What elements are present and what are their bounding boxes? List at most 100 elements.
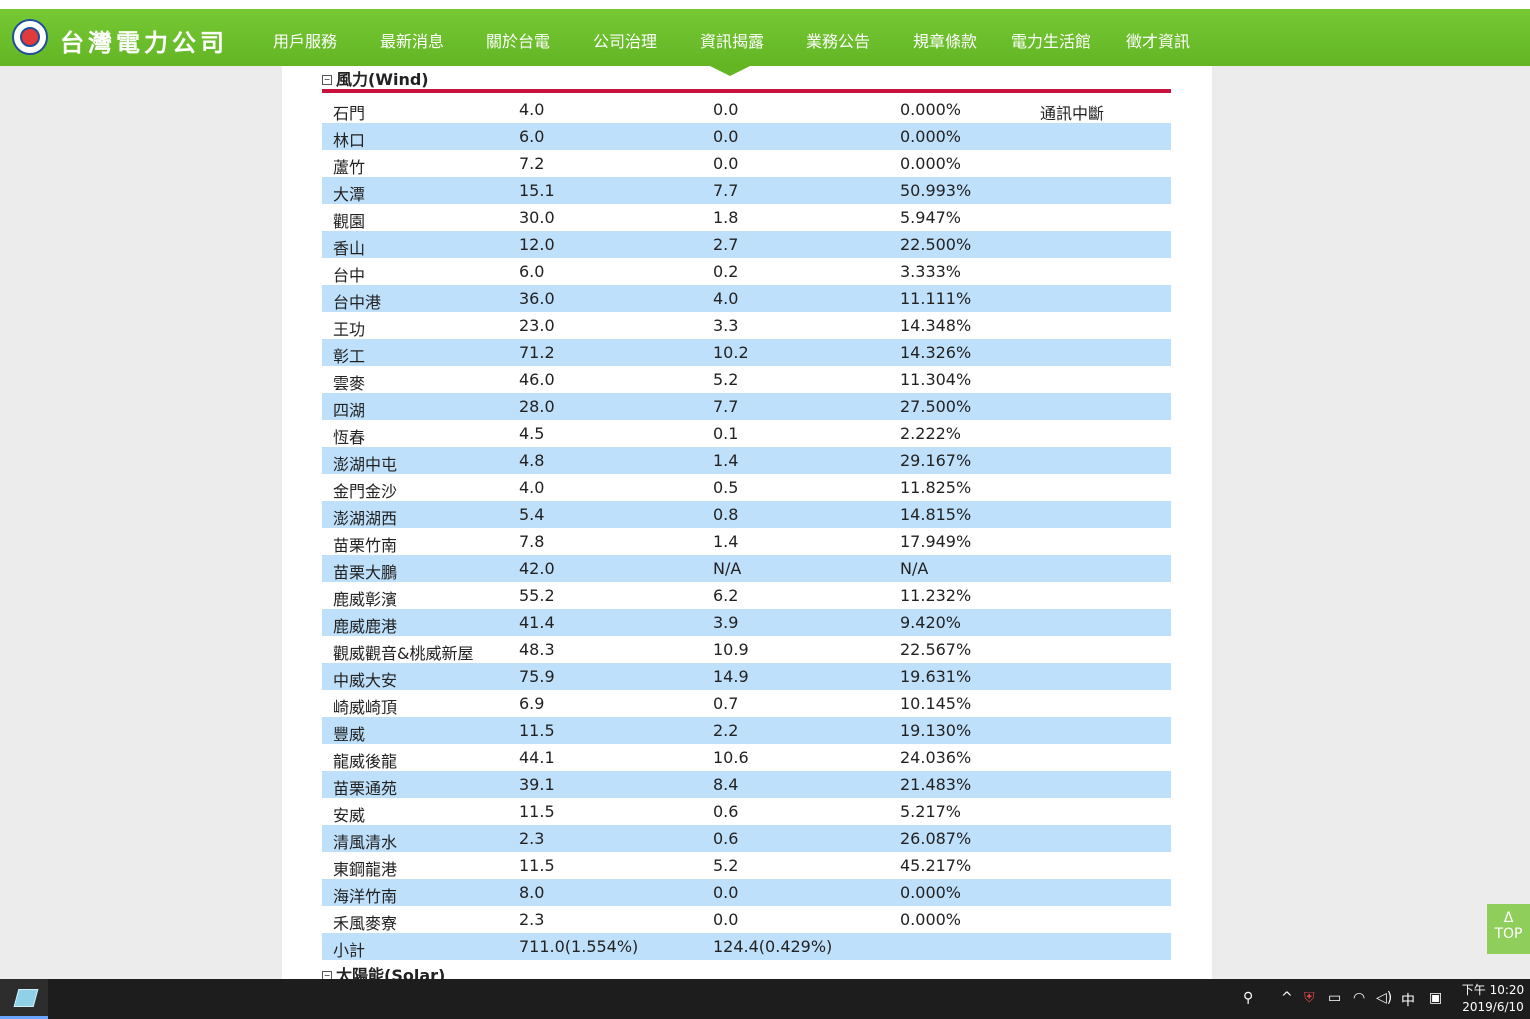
collapse-icon[interactable]: − (322, 75, 332, 85)
net-generation-cell: 0.7 (713, 694, 739, 713)
net-generation-cell: 0.0 (713, 883, 739, 902)
table-row: 海洋竹南 8.0 0.0 0.000% (322, 879, 1171, 906)
net-generation-cell: 10.2 (713, 343, 749, 362)
nav-item-about[interactable]: 關於台電 (486, 28, 550, 52)
installed-capacity-cell: 4.0 (519, 100, 545, 119)
capacity-factor-cell: 10.145% (900, 694, 972, 713)
station-name-cell: 安威 (333, 806, 366, 825)
nav-item-power-life[interactable]: 電力生活館 (1011, 28, 1091, 52)
net-generation-cell: 0.5 (713, 478, 739, 497)
capacity-factor-cell: 19.631% (900, 667, 972, 686)
installed-capacity-cell: 30.0 (519, 208, 555, 227)
capacity-factor-cell: 5.947% (900, 208, 962, 227)
nav-item-news[interactable]: 最新消息 (380, 28, 444, 52)
installed-capacity-cell: 75.9 (519, 667, 555, 686)
remark-cell: 通訊中斷 (1040, 104, 1105, 123)
installed-capacity-cell: 5.4 (519, 505, 545, 524)
net-generation-cell: 0.0 (713, 154, 739, 173)
capacity-factor-cell: 50.993% (900, 181, 972, 200)
volume-icon[interactable]: ◁) (1376, 990, 1392, 1006)
capacity-factor-cell: 22.500% (900, 235, 972, 254)
taipower-logo-icon[interactable] (12, 19, 48, 55)
net-generation-cell: 5.2 (713, 856, 739, 875)
net-generation-cell: 0.6 (713, 802, 739, 821)
installed-capacity-cell: 15.1 (519, 181, 555, 200)
installed-capacity-cell: 4.0 (519, 478, 545, 497)
station-name-cell: 小計 (333, 941, 366, 960)
table-row: 金門金沙 4.0 0.5 11.825% (322, 474, 1171, 501)
table-row: 恆春 4.5 0.1 2.222% (322, 420, 1171, 447)
station-name-cell: 蘆竹 (333, 158, 366, 177)
table-row: 小計 711.0(1.554%) 124.4(0.429%) (322, 933, 1171, 960)
net-generation-cell: 0.6 (713, 829, 739, 848)
wifi-icon[interactable]: ◠ (1353, 990, 1365, 1006)
collapse-icon[interactable]: − (322, 971, 332, 979)
ime-icon[interactable]: 中 (1401, 990, 1415, 1010)
station-name-cell: 香山 (333, 239, 366, 258)
up-arrow-icon: Δ (1503, 910, 1514, 926)
installed-capacity-cell: 2.3 (519, 910, 545, 929)
net-generation-cell: 7.7 (713, 397, 739, 416)
table-row: 清風清水 2.3 0.6 26.087% (322, 825, 1171, 852)
table-row: 豐威 11.5 2.2 19.130% (322, 717, 1171, 744)
station-name-cell: 海洋竹南 (333, 887, 398, 906)
capacity-factor-cell: 14.815% (900, 505, 972, 524)
table-row: 王功 23.0 3.3 14.348% (322, 312, 1171, 339)
chevron-up-icon[interactable]: ^ (1281, 990, 1293, 1006)
back-to-top-button[interactable]: Δ TOP (1487, 904, 1530, 954)
nav-item-announcements[interactable]: 業務公告 (806, 28, 870, 52)
nav-item-disclosure[interactable]: 資訊揭露 (700, 28, 764, 52)
capacity-factor-cell: 14.326% (900, 343, 972, 362)
clock-date: 2019/6/10 (1462, 1000, 1524, 1014)
taskbar-clock[interactable]: 下午 10:20 2019/6/10 (1458, 982, 1528, 1016)
installed-capacity-cell: 55.2 (519, 586, 555, 605)
installed-capacity-cell: 11.5 (519, 721, 555, 740)
station-name-cell: 台中港 (333, 293, 382, 312)
station-name-cell: 四湖 (333, 401, 366, 420)
nav-item-recruitment[interactable]: 徵才資訊 (1126, 28, 1190, 52)
net-generation-cell: 4.0 (713, 289, 739, 308)
net-generation-cell: 124.4(0.429%) (713, 937, 833, 956)
installed-capacity-cell: 42.0 (519, 559, 555, 578)
table-row: 安威 11.5 0.6 5.217% (322, 798, 1171, 825)
solar-section-header[interactable]: − 太陽能(Solar) (322, 962, 445, 979)
installed-capacity-cell: 46.0 (519, 370, 555, 389)
nav-item-regulations[interactable]: 規章條款 (913, 28, 977, 52)
main-content: − 風力(Wind) 石門 4.0 0.0 0.000% 通訊中斷 林口 6.0 0.0 0.00… (282, 66, 1212, 979)
nav-item-user-services[interactable]: 用戶服務 (273, 28, 337, 52)
station-name-cell: 澎湖湖西 (333, 509, 398, 528)
table-row: 雲麥 46.0 5.2 11.304% (322, 366, 1171, 393)
notification-icon[interactable]: ▣ (1429, 990, 1442, 1006)
net-generation-cell: 0.0 (713, 100, 739, 119)
battery-icon[interactable]: ▭ (1328, 990, 1341, 1006)
windows-taskbar: ⚲ ^ ⛨ ▭ ◠ ◁) 中 ▣ 下午 10:20 2019/6/10 (0, 979, 1530, 1019)
capacity-factor-cell: 5.217% (900, 802, 962, 821)
table-row: 澎湖中屯 4.8 1.4 29.167% (322, 447, 1171, 474)
net-generation-cell: 0.8 (713, 505, 739, 524)
capacity-factor-cell: 22.567% (900, 640, 972, 659)
nav-item-governance[interactable]: 公司治理 (593, 28, 657, 52)
table-row: 東鋼龍港 11.5 5.2 45.217% (322, 852, 1171, 879)
site-logo-text[interactable]: 台灣電力公司 (60, 23, 228, 58)
station-name-cell: 禾風麥寮 (333, 914, 398, 933)
solar-section-title: 太陽能(Solar) (336, 966, 446, 979)
taskbar-app-notebook-icon[interactable] (0, 979, 48, 1019)
table-row: 中威大安 75.9 14.9 19.631% (322, 663, 1171, 690)
capacity-factor-cell: 11.232% (900, 586, 972, 605)
people-icon[interactable]: ⚲ (1243, 990, 1253, 1006)
capacity-factor-cell: 0.000% (900, 910, 962, 929)
capacity-factor-cell: 21.483% (900, 775, 972, 794)
station-name-cell: 苗栗通苑 (333, 779, 398, 798)
station-name-cell: 澎湖中屯 (333, 455, 398, 474)
wind-section-header[interactable]: − 風力(Wind) (322, 66, 429, 90)
net-generation-cell: 0.1 (713, 424, 739, 443)
station-name-cell: 林口 (333, 131, 366, 150)
installed-capacity-cell: 28.0 (519, 397, 555, 416)
installed-capacity-cell: 48.3 (519, 640, 555, 659)
table-row: 禾風麥寮 2.3 0.0 0.000% (322, 906, 1171, 933)
shield-icon[interactable]: ⛨ (1304, 990, 1315, 1006)
installed-capacity-cell: 44.1 (519, 748, 555, 767)
table-row: 蘆竹 7.2 0.0 0.000% (322, 150, 1171, 177)
net-generation-cell: 6.2 (713, 586, 739, 605)
active-nav-pointer (710, 66, 750, 76)
